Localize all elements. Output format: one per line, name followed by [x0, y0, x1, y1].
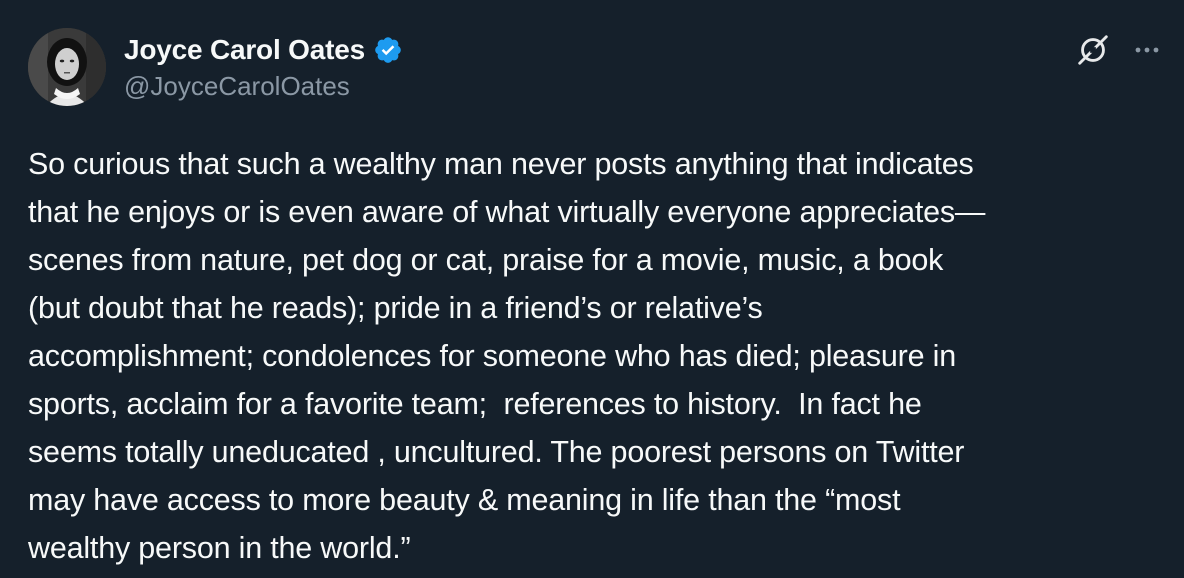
avatar[interactable]: [28, 28, 106, 106]
tweet-text: So curious that such a wealthy man never…: [28, 147, 986, 565]
author-handle[interactable]: @JoyceCarolOates: [124, 71, 350, 102]
verified-badge-icon: [375, 37, 401, 63]
tweet-card: Joyce Carol Oates @JoyceCarolOates So cu…: [0, 0, 1184, 578]
author-display-name[interactable]: Joyce Carol Oates: [124, 34, 365, 66]
avatar-image: [28, 28, 106, 106]
more-options-icon[interactable]: [1132, 35, 1162, 65]
tweet-header-actions: [1074, 30, 1162, 70]
grok-icon[interactable]: [1074, 31, 1112, 69]
author-name-row: Joyce Carol Oates: [124, 30, 403, 70]
